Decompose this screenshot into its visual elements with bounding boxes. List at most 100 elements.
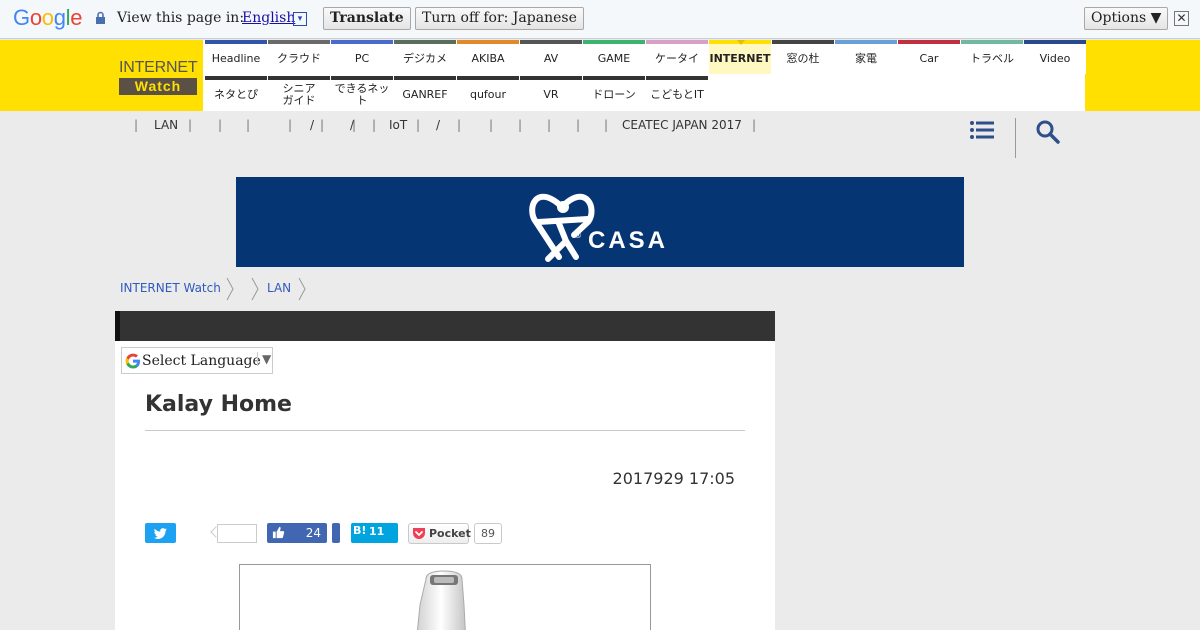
sub-nav-separator: | <box>372 118 377 132</box>
site-logo[interactable]: INTERNET Watch <box>119 59 198 97</box>
title-divider <box>145 430 745 431</box>
nav-item-label: qufour <box>469 88 507 101</box>
nav-item[interactable]: Car <box>898 40 960 74</box>
sub-nav-separator: | <box>752 118 757 132</box>
language-link[interactable]: English <box>242 10 295 26</box>
sub-nav-item[interactable]: / <box>436 118 440 132</box>
article-header-bar <box>115 311 775 341</box>
like-button[interactable]: 24 <box>267 523 327 543</box>
nav-item[interactable]: VR <box>520 76 582 110</box>
google-logo: Google <box>13 5 82 31</box>
like-count: 24 <box>305 526 321 540</box>
nav-item[interactable]: AKIBA <box>457 40 519 74</box>
nav-item-label: VR <box>543 88 559 101</box>
nav-item[interactable]: GAME <box>583 40 645 74</box>
product-image <box>416 570 466 630</box>
article-image <box>239 564 651 630</box>
nav-item-label: トラベル <box>970 52 1014 65</box>
sub-nav-separator: | <box>518 118 523 132</box>
view-page-label: View this page in: <box>117 10 245 26</box>
nav-item[interactable]: Video <box>1024 40 1086 74</box>
google-logo-letter: o <box>41 5 54 30</box>
search-icon[interactable] <box>1036 120 1060 144</box>
nav-item-label: Car <box>919 52 939 65</box>
active-indicator-icon <box>737 40 745 45</box>
language-select[interactable]: Select Language ▼ <box>121 347 273 374</box>
nav-item-label: ネタとぴ <box>214 88 258 101</box>
nav-item[interactable]: トラベル <box>961 40 1023 74</box>
sub-nav-separator: | <box>547 118 552 132</box>
sub-nav-separator: | <box>604 118 609 132</box>
article-title: Kalay Home <box>145 392 292 417</box>
language-select-label: Select Language <box>142 353 261 369</box>
translate-bar: Google View this page in: English ▾ Tran… <box>0 0 1200 39</box>
nav-item[interactable]: INTERNET <box>709 40 771 74</box>
hatena-bookmark-button[interactable]: B! 11 <box>351 523 398 543</box>
sub-nav-item[interactable]: / <box>310 118 314 132</box>
sub-nav-separator: | <box>218 118 223 132</box>
nav-item-label: INTERNET <box>709 52 771 65</box>
nav-item[interactable]: PC <box>331 40 393 74</box>
nav-item[interactable]: 家電 <box>835 40 897 74</box>
pocket-button[interactable]: Pocket <box>408 523 471 544</box>
nav-item[interactable]: qufour <box>457 76 519 110</box>
lock-icon <box>96 11 105 24</box>
nav-item-label: AKIBA <box>471 52 505 65</box>
pocket-icon <box>413 528 425 539</box>
ad-banner[interactable]: ® CASA <box>236 177 964 267</box>
banner-registered: ® <box>574 231 582 240</box>
banner-text: CASA <box>588 227 669 254</box>
nav-item[interactable]: ネタとぴ <box>205 76 267 110</box>
nav-item-label: ドローン <box>592 88 636 101</box>
language-dropdown-icon[interactable]: ▾ <box>293 12 307 26</box>
article: Select Language ▼ Kalay Home 2017929 17:… <box>115 311 775 630</box>
turn-off-button[interactable]: Turn off for: Japanese <box>415 7 584 30</box>
nav-item[interactable]: AV <box>520 40 582 74</box>
google-logo-letter: o <box>29 5 42 30</box>
hatena-label: B! <box>353 524 367 537</box>
hatena-count: 11 <box>369 525 385 538</box>
tweet-button[interactable] <box>145 523 176 543</box>
breadcrumb-link[interactable]: INTERNET Watch <box>120 281 221 295</box>
nav-item[interactable]: Headline <box>205 40 267 74</box>
pocket-label: Pocket <box>429 527 471 540</box>
nav-item-label: 窓の杜 <box>786 52 820 65</box>
sub-nav-separator: | <box>416 118 421 132</box>
nav-item-label: AV <box>543 52 559 65</box>
google-g-icon <box>125 353 140 369</box>
nav-item-label: Video <box>1039 52 1071 65</box>
nav-item[interactable]: ドローン <box>583 76 645 110</box>
options-button[interactable]: Options ▼ <box>1084 7 1169 30</box>
logo-top-text: INTERNET <box>119 59 198 76</box>
sub-nav-item[interactable]: LAN <box>154 118 178 132</box>
nav-item-label: ケータイ <box>655 52 699 65</box>
thumbs-up-icon <box>272 526 285 539</box>
sub-nav-separator: | <box>320 118 325 132</box>
site-header: INTERNET Watch Headline クラウド PC デジカメ AKIBA AV… <box>0 40 1200 111</box>
chevron-right-icon <box>226 277 234 301</box>
translate-button[interactable]: Translate <box>323 7 411 30</box>
sub-nav-separator: | <box>134 118 139 132</box>
sub-nav-item[interactable]: IoT <box>389 118 407 132</box>
nav-item[interactable]: デジカメ <box>394 40 456 74</box>
share-button[interactable] <box>332 523 340 543</box>
breadcrumb-link[interactable]: LAN <box>267 281 291 295</box>
sub-nav-separator: | <box>188 118 193 132</box>
nav-item[interactable]: ケータイ <box>646 40 708 74</box>
nav-item[interactable]: GANREF <box>394 76 456 110</box>
nav-item[interactable]: 窓の杜 <box>772 40 834 74</box>
nav-item[interactable]: シニア ガイド <box>268 76 330 110</box>
google-logo-letter: G <box>13 5 30 30</box>
nav-item[interactable]: こどもとIT <box>646 76 708 110</box>
sub-nav-item[interactable]: CEATEC JAPAN 2017 <box>622 118 742 132</box>
close-icon[interactable]: ✕ <box>1174 11 1189 26</box>
google-logo-letter: e <box>70 5 83 30</box>
nav-item[interactable]: クラウド <box>268 40 330 74</box>
menu-icon[interactable] <box>970 120 994 140</box>
nav-item-label: シニア ガイド <box>282 82 316 107</box>
chevron-right-icon <box>251 277 259 301</box>
nav-item-label: デジカメ <box>403 52 447 65</box>
nav-item[interactable]: できるネット <box>331 76 393 110</box>
nav-item-label: こどもとIT <box>650 88 704 101</box>
sub-nav-separator: | <box>457 118 462 132</box>
